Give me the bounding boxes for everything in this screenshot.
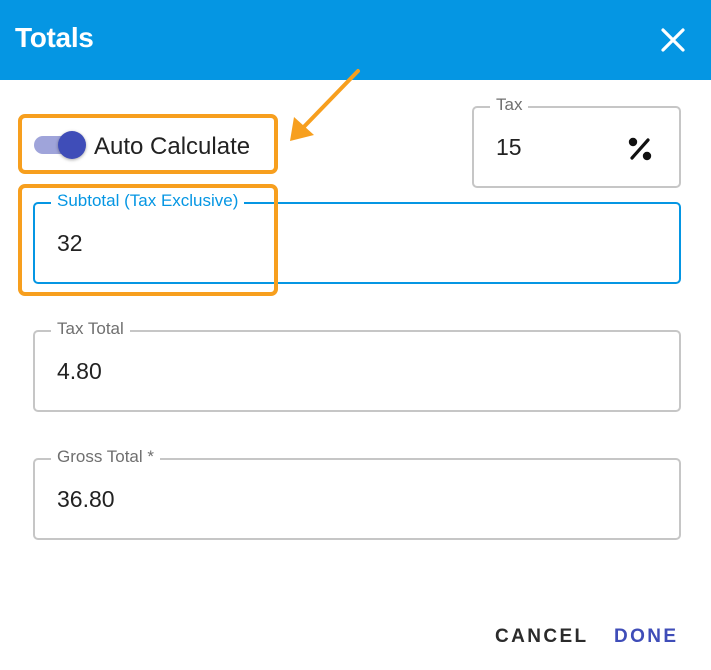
subtotal-field-label: Subtotal (Tax Exclusive) <box>51 190 245 212</box>
close-button[interactable] <box>657 24 689 56</box>
gross-total-input[interactable] <box>57 486 573 513</box>
auto-calculate-toggle[interactable] <box>34 131 86 159</box>
subtotal-input[interactable] <box>57 230 573 257</box>
gross-total-field: Gross Total * <box>33 446 681 540</box>
done-button[interactable]: DONE <box>614 626 679 648</box>
tax-input[interactable] <box>496 134 606 161</box>
tax-field: Tax <box>472 94 681 188</box>
gross-total-field-label: Gross Total * <box>51 446 161 468</box>
totals-dialog: Totals Auto Calculate Tax Subtotal (Tax … <box>0 0 711 670</box>
tax-total-field: Tax Total <box>33 318 681 412</box>
cancel-button[interactable]: CANCEL <box>495 626 589 648</box>
dialog-header: Totals <box>0 0 711 80</box>
tax-total-field-label: Tax Total <box>51 318 130 340</box>
tax-field-label: Tax <box>490 94 529 116</box>
auto-calculate-label: Auto Calculate <box>94 133 251 160</box>
percent-icon <box>628 137 652 161</box>
dialog-title: Totals <box>15 22 94 53</box>
close-icon <box>661 28 685 52</box>
tax-total-input[interactable] <box>57 358 573 385</box>
toggle-thumb <box>58 131 86 159</box>
subtotal-field: Subtotal (Tax Exclusive) <box>33 190 681 284</box>
